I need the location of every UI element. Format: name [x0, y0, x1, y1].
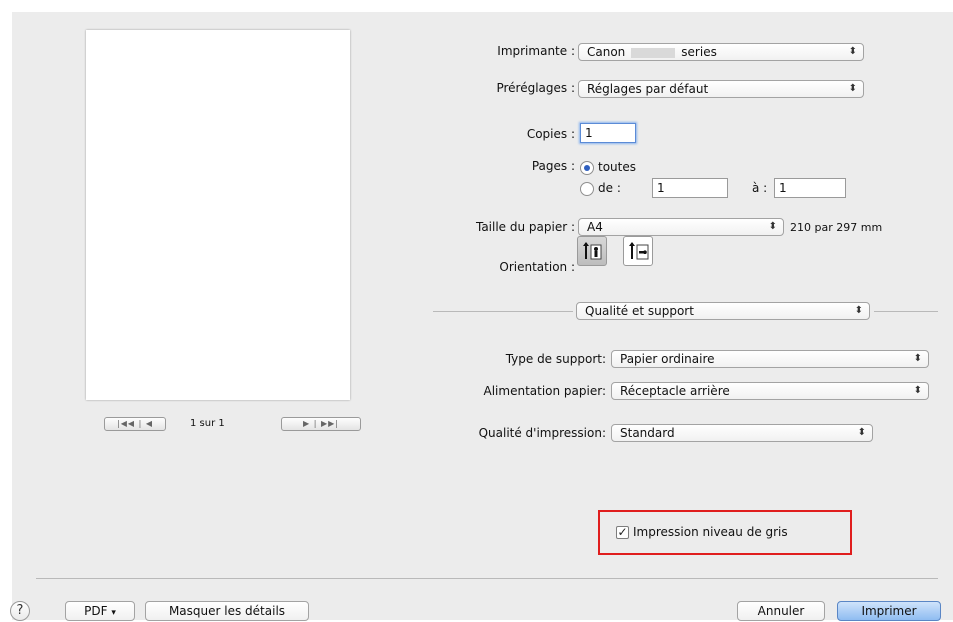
paper-source-value: Réceptacle arrière — [620, 384, 730, 398]
paper-size-value: A4 — [587, 220, 603, 234]
orientation-portrait-button[interactable] — [577, 236, 607, 266]
landscape-icon — [629, 242, 649, 260]
popup-arrows-icon: ⬍ — [848, 83, 857, 94]
pages-all-radio[interactable] — [580, 161, 594, 175]
pages-to-label: à : — [752, 181, 768, 195]
popup-arrows-icon: ⬍ — [857, 427, 866, 438]
printer-popup[interactable]: Canon series ⬍ — [578, 43, 864, 61]
help-button[interactable]: ? — [10, 601, 30, 621]
orientation-label: Orientation : — [499, 260, 575, 274]
presets-label: Préréglages : — [496, 81, 575, 95]
presets-popup[interactable]: Réglages par défaut ⬍ — [578, 80, 864, 98]
paper-size-label: Taille du papier : — [475, 220, 575, 234]
pages-from-field[interactable]: 1 — [652, 178, 728, 198]
section-separator-left — [433, 311, 573, 312]
next-last-page-button[interactable]: ▶ | ▶▶| — [281, 417, 361, 431]
popup-arrows-icon: ⬍ — [854, 305, 863, 316]
paper-size-popup[interactable]: A4 ⬍ — [578, 218, 784, 236]
footer-separator — [36, 578, 938, 579]
pdf-label: PDF — [84, 604, 108, 618]
popup-arrows-icon: ⬍ — [913, 385, 922, 396]
print-quality-popup[interactable]: Standard ⬍ — [611, 424, 873, 442]
section-separator-right — [874, 311, 938, 312]
section-popup-value: Qualité et support — [585, 304, 694, 318]
paper-dimensions: 210 par 297 mm — [790, 221, 883, 234]
printer-label: Imprimante : — [497, 44, 575, 58]
page-preview — [86, 30, 350, 400]
copies-label: Copies : — [526, 127, 575, 141]
print-quality-label: Qualité d'impression: — [478, 426, 606, 440]
presets-value: Réglages par défaut — [587, 82, 709, 96]
popup-arrows-icon: ⬍ — [768, 221, 777, 232]
pages-range-radio[interactable] — [580, 182, 594, 196]
section-popup[interactable]: Qualité et support ⬍ — [576, 302, 870, 320]
popup-arrows-icon: ⬍ — [848, 46, 857, 57]
paper-source-label: Alimentation papier: — [483, 384, 606, 398]
pages-range-label: de : — [598, 181, 621, 195]
first-prev-page-button[interactable]: |◀◀ | ◀ — [104, 417, 166, 431]
checkmark-icon: ✓ — [617, 525, 628, 539]
copies-field[interactable]: 1 — [580, 123, 636, 143]
grayscale-label: Impression niveau de gris — [633, 525, 788, 539]
printer-name-prefix: Canon — [587, 45, 626, 59]
orientation-landscape-button[interactable] — [623, 236, 653, 266]
print-quality-value: Standard — [620, 426, 675, 440]
print-button[interactable]: Imprimer — [837, 601, 941, 621]
popup-arrows-icon: ⬍ — [913, 353, 922, 364]
hide-details-button[interactable]: Masquer les détails — [145, 601, 309, 621]
pages-all-label: toutes — [598, 160, 636, 174]
media-type-value: Papier ordinaire — [620, 352, 715, 366]
grayscale-checkbox[interactable]: ✓ — [616, 526, 629, 539]
pages-to-field[interactable]: 1 — [774, 178, 846, 198]
portrait-icon — [583, 242, 602, 260]
cancel-button[interactable]: Annuler — [737, 601, 825, 621]
pdf-menu-button[interactable]: PDF ▾ — [65, 601, 135, 621]
media-type-popup[interactable]: Papier ordinaire ⬍ — [611, 350, 929, 368]
redacted-model — [631, 47, 676, 58]
page-indicator: 1 sur 1 — [190, 418, 225, 429]
printer-name-suffix: series — [681, 45, 717, 59]
pages-label: Pages : — [531, 159, 575, 173]
chevron-down-icon: ▾ — [111, 608, 116, 618]
paper-source-popup[interactable]: Réceptacle arrière ⬍ — [611, 382, 929, 400]
media-type-label: Type de support: — [505, 352, 606, 366]
